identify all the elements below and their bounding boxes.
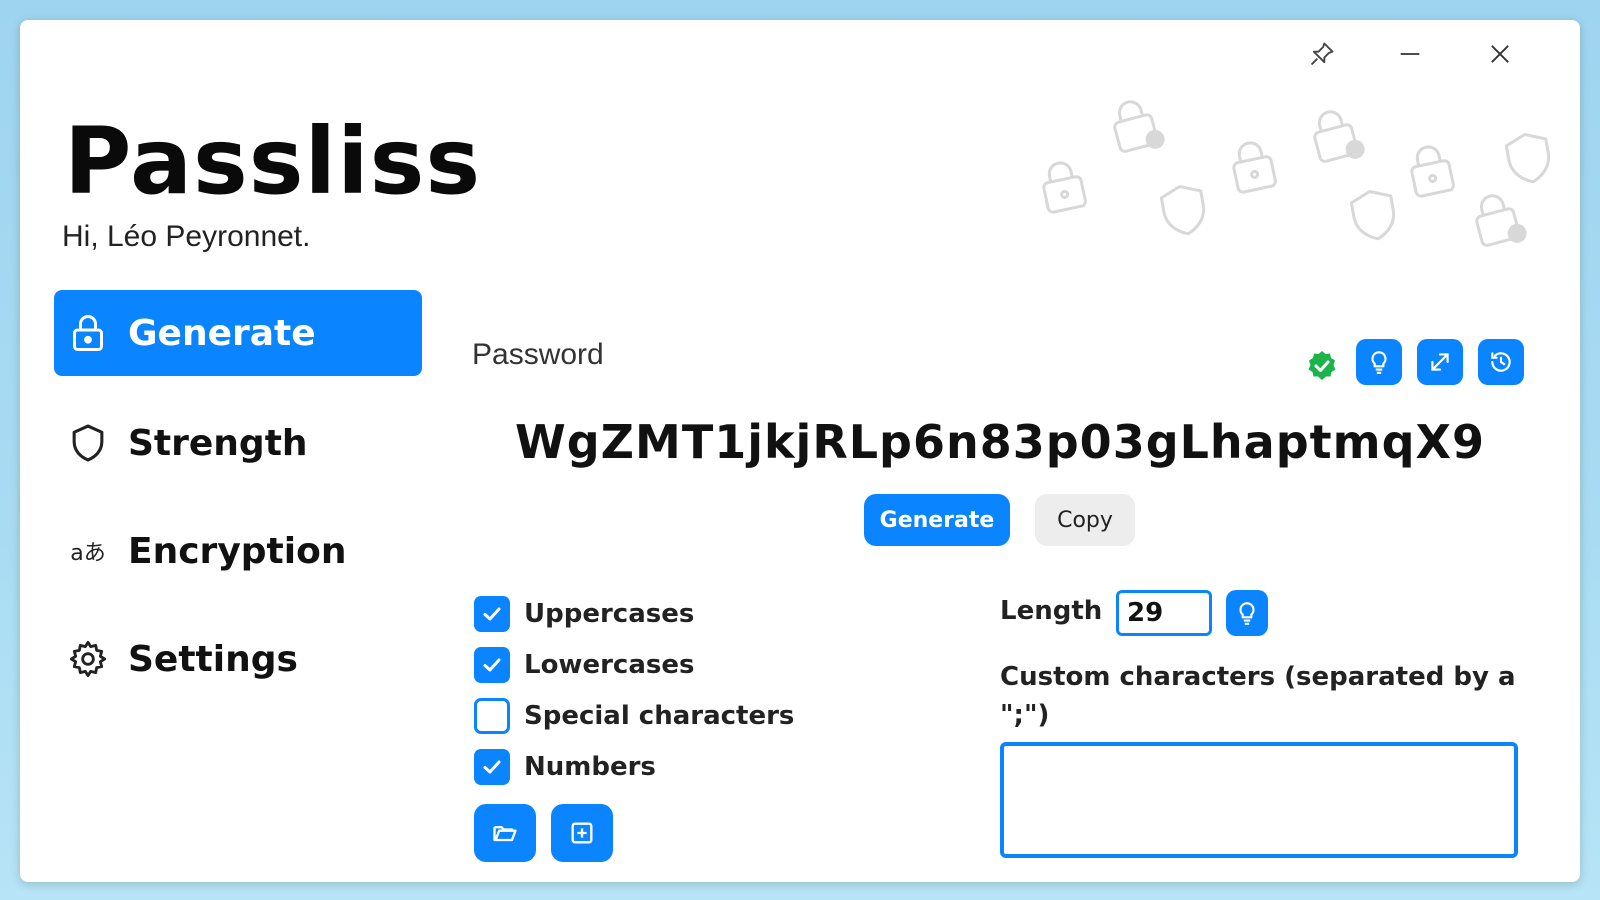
history-icon <box>1491 352 1511 372</box>
minimize-icon <box>1400 53 1420 55</box>
option-label: Numbers <box>524 752 656 782</box>
length-label: Length <box>1000 596 1103 626</box>
checkmark-icon <box>483 607 501 621</box>
sidebar-item-strength[interactable]: Strength <box>54 400 422 486</box>
sidebar-item-label: Strength <box>128 422 308 464</box>
option-label: Special characters <box>524 701 795 731</box>
special-characters-checkbox[interactable]: Special characters <box>474 696 794 736</box>
expand-icon <box>1431 353 1449 371</box>
greeting-text: Hi, Léo Peyronnet. <box>62 220 311 253</box>
checkbox-checked[interactable] <box>474 647 510 683</box>
lightbulb-icon <box>1371 351 1387 374</box>
checkmark-icon <box>483 658 501 672</box>
minimize-button[interactable] <box>1394 38 1426 70</box>
app-title: Passliss <box>64 108 482 215</box>
translate-icon: aあ <box>70 541 106 566</box>
expand-button[interactable] <box>1417 339 1463 385</box>
length-tips-button[interactable] <box>1226 590 1268 636</box>
sidebar-item-settings[interactable]: Settings <box>54 616 422 702</box>
sidebar-item-label: Encryption <box>128 530 347 572</box>
pin-button[interactable] <box>1306 38 1338 70</box>
generate-button[interactable]: Generate <box>864 494 1010 546</box>
checkbox-checked[interactable] <box>474 749 510 785</box>
open-preset-button[interactable] <box>474 804 536 862</box>
custom-characters-label: Custom characters (separated by a ";") <box>1000 662 1516 730</box>
generated-password: WgZMT1jkjRLp6n83p03gLhaptmqX9 <box>515 415 1485 469</box>
pin-icon <box>1310 42 1334 66</box>
tips-button[interactable] <box>1356 339 1402 385</box>
new-preset-button[interactable] <box>551 804 613 862</box>
sidebar-item-label: Generate <box>128 312 316 354</box>
folder-open-icon <box>493 826 517 842</box>
add-preset-icon <box>571 822 593 844</box>
lock-icon <box>66 311 110 355</box>
custom-characters-input[interactable] <box>1000 742 1518 858</box>
checkbox-unchecked[interactable] <box>474 698 510 734</box>
close-button[interactable] <box>1484 38 1516 70</box>
gear-icon <box>66 637 110 681</box>
checkmark-icon <box>483 760 501 774</box>
sidebar-item-label: Settings <box>128 638 298 680</box>
sidebar-item-encryption[interactable]: aあ Encryption <box>54 508 422 594</box>
strength-check-icon <box>1308 351 1336 380</box>
password-label: Password <box>472 338 604 371</box>
app-window: Passliss Hi, Léo Peyronnet. Generate Str… <box>20 20 1580 882</box>
numbers-checkbox[interactable]: Numbers <box>474 747 656 787</box>
length-input[interactable] <box>1116 590 1212 636</box>
shield-icon <box>66 421 110 465</box>
option-label: Uppercases <box>524 599 695 629</box>
copy-button[interactable]: Copy <box>1035 494 1135 546</box>
option-label: Lowercases <box>524 650 695 680</box>
lowercases-checkbox[interactable]: Lowercases <box>474 645 694 685</box>
lightbulb-icon <box>1239 602 1255 625</box>
close-icon <box>1491 45 1509 63</box>
sidebar-item-generate[interactable]: Generate <box>54 290 422 376</box>
history-button[interactable] <box>1478 339 1524 385</box>
uppercases-checkbox[interactable]: Uppercases <box>474 594 694 634</box>
checkbox-checked[interactable] <box>474 596 510 632</box>
decorative-lock-pattern <box>1042 100 1551 247</box>
